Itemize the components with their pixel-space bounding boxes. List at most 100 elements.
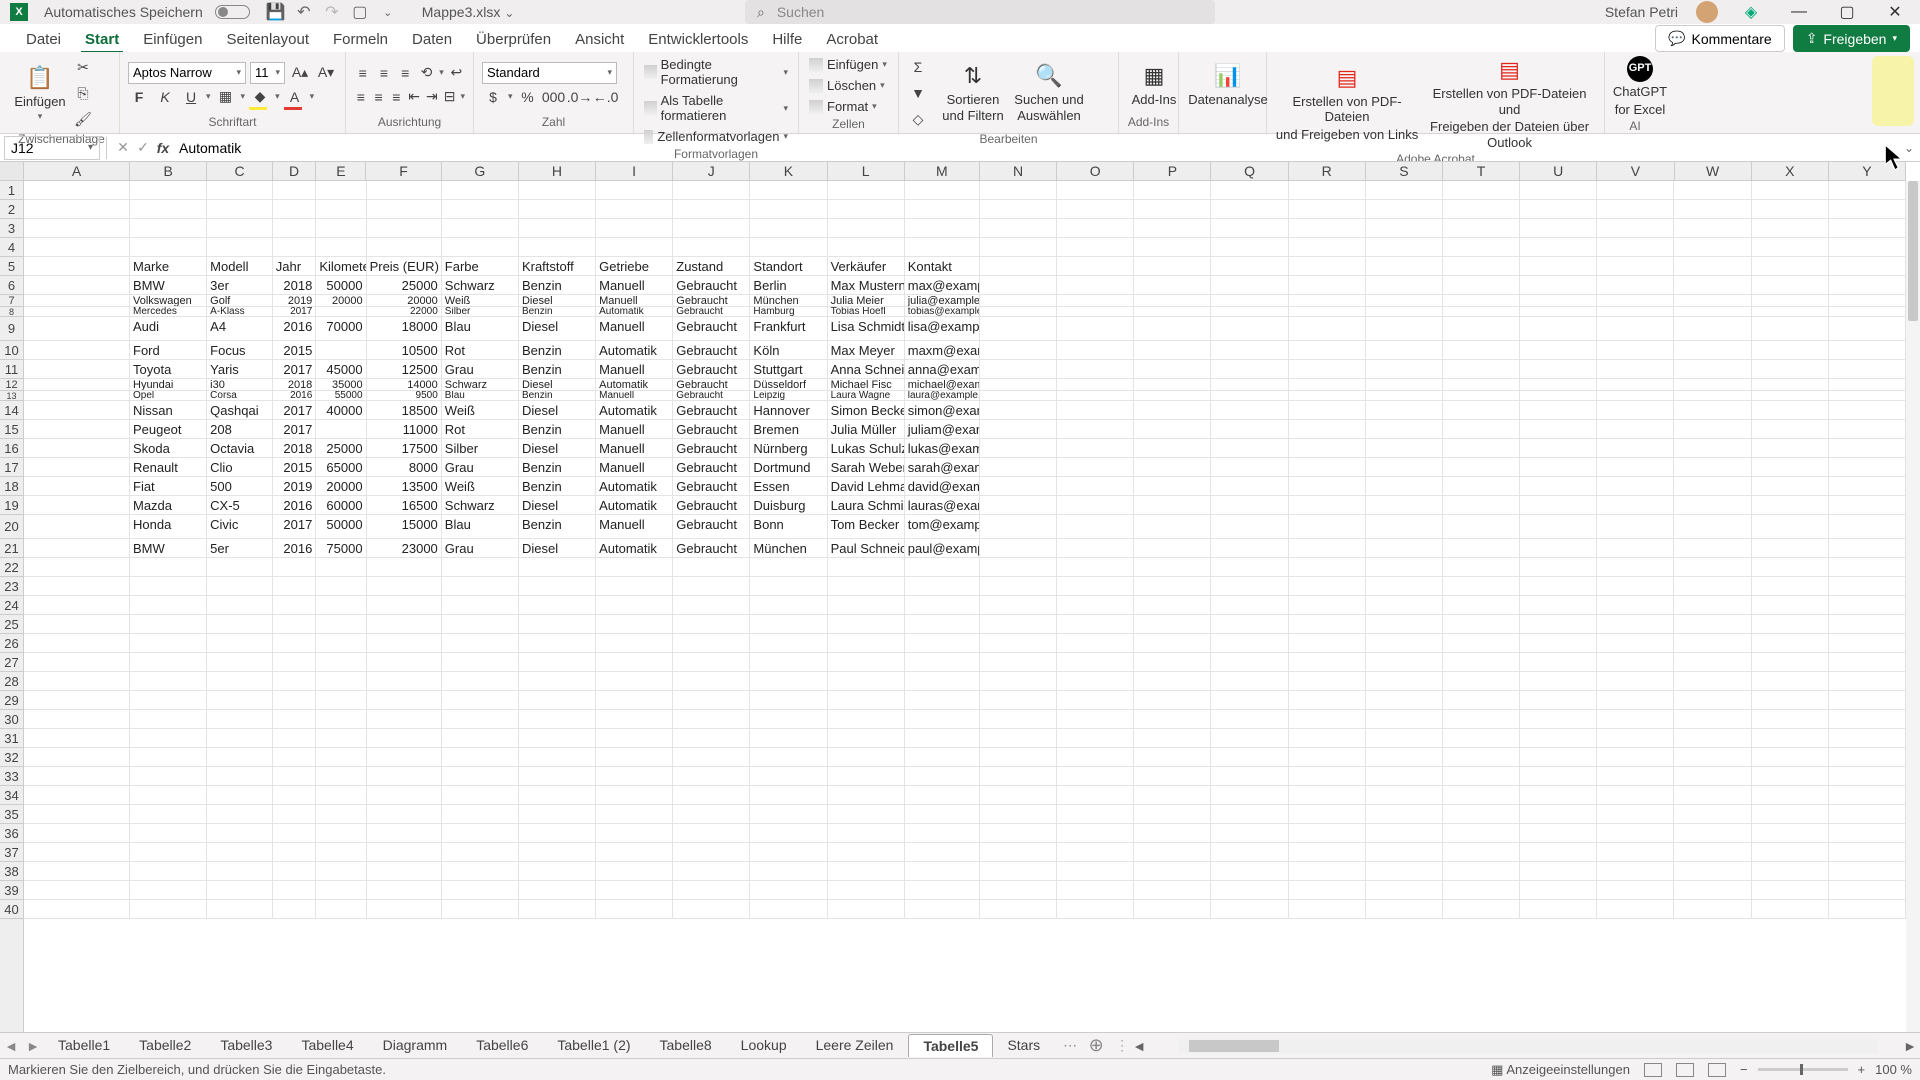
cell[interactable] bbox=[1134, 276, 1211, 295]
cell[interactable] bbox=[1597, 653, 1674, 672]
cell[interactable] bbox=[273, 881, 317, 900]
cell[interactable] bbox=[519, 748, 596, 767]
cell[interactable] bbox=[905, 710, 980, 729]
cell[interactable] bbox=[1289, 862, 1366, 881]
cell[interactable] bbox=[1366, 577, 1443, 596]
cell[interactable] bbox=[1057, 439, 1134, 458]
cell[interactable]: 2016 bbox=[273, 391, 317, 401]
cell[interactable] bbox=[596, 558, 673, 577]
cell[interactable] bbox=[1366, 596, 1443, 615]
cell[interactable] bbox=[130, 596, 207, 615]
cell[interactable] bbox=[1443, 767, 1520, 786]
cell[interactable] bbox=[828, 200, 905, 219]
ribbon-tab-einfügen[interactable]: Einfügen bbox=[131, 27, 214, 52]
row-header[interactable]: 22 bbox=[0, 558, 23, 577]
enter-icon[interactable]: ✓ bbox=[133, 139, 153, 156]
select-all-button[interactable] bbox=[0, 162, 24, 181]
cell[interactable]: Fiat bbox=[130, 477, 207, 496]
col-header[interactable]: J bbox=[673, 162, 750, 180]
cell[interactable] bbox=[1674, 219, 1751, 238]
cell[interactable] bbox=[1443, 341, 1520, 360]
cell[interactable]: München bbox=[750, 295, 827, 307]
cell[interactable]: Gebraucht bbox=[673, 515, 750, 539]
cell[interactable] bbox=[1211, 379, 1288, 391]
cell[interactable]: Gebraucht bbox=[673, 458, 750, 477]
sheet-tab[interactable]: Tabelle5 bbox=[908, 1034, 993, 1057]
cell[interactable] bbox=[1057, 307, 1134, 317]
cell[interactable] bbox=[442, 729, 519, 748]
cell[interactable] bbox=[1289, 615, 1366, 634]
sheet-tab[interactable]: Tabelle4 bbox=[287, 1034, 368, 1057]
cell[interactable] bbox=[442, 862, 519, 881]
cell[interactable]: Gebraucht bbox=[673, 496, 750, 515]
cell[interactable] bbox=[1134, 496, 1211, 515]
cell[interactable] bbox=[1289, 672, 1366, 691]
cell[interactable] bbox=[519, 634, 596, 653]
row-header[interactable]: 31 bbox=[0, 729, 23, 748]
cell[interactable]: Köln bbox=[750, 341, 827, 360]
cell[interactable]: Modell bbox=[207, 257, 273, 276]
cell[interactable] bbox=[1289, 558, 1366, 577]
cell[interactable] bbox=[905, 634, 980, 653]
cell[interactable] bbox=[519, 786, 596, 805]
cell[interactable] bbox=[1597, 238, 1674, 257]
cell[interactable] bbox=[1597, 729, 1674, 748]
col-header[interactable]: I bbox=[596, 162, 673, 180]
cell[interactable]: 5er bbox=[207, 539, 273, 558]
cell[interactable] bbox=[273, 691, 317, 710]
cell[interactable] bbox=[1289, 200, 1366, 219]
cell[interactable] bbox=[273, 596, 317, 615]
row-header[interactable]: 13 bbox=[0, 391, 23, 401]
cell[interactable]: 9500 bbox=[367, 391, 442, 401]
italic-button[interactable]: K bbox=[154, 86, 176, 108]
cell[interactable]: Bonn bbox=[750, 515, 827, 539]
cell[interactable]: Benzin bbox=[519, 391, 596, 401]
row-header[interactable]: 32 bbox=[0, 748, 23, 767]
user-avatar[interactable] bbox=[1696, 1, 1718, 23]
cell[interactable] bbox=[828, 824, 905, 843]
cell[interactable] bbox=[1674, 341, 1751, 360]
cell[interactable] bbox=[905, 200, 980, 219]
cell[interactable] bbox=[1674, 439, 1751, 458]
cell[interactable]: Grau bbox=[442, 539, 519, 558]
cell[interactable] bbox=[980, 558, 1057, 577]
cell[interactable] bbox=[596, 710, 673, 729]
cell[interactable] bbox=[1752, 748, 1829, 767]
cell[interactable] bbox=[1752, 843, 1829, 862]
cell[interactable] bbox=[750, 786, 827, 805]
cell[interactable] bbox=[1597, 596, 1674, 615]
cell[interactable] bbox=[1752, 515, 1829, 539]
cell[interactable] bbox=[1520, 341, 1597, 360]
cell[interactable] bbox=[1289, 307, 1366, 317]
view-normal-icon[interactable] bbox=[1644, 1063, 1662, 1077]
cell[interactable] bbox=[1289, 295, 1366, 307]
cell[interactable] bbox=[1289, 710, 1366, 729]
cell[interactable]: Getriebe bbox=[596, 257, 673, 276]
cell[interactable] bbox=[316, 596, 366, 615]
cell[interactable] bbox=[316, 577, 366, 596]
currency-icon[interactable]: $ bbox=[482, 86, 504, 108]
cell[interactable] bbox=[207, 824, 273, 843]
cell[interactable] bbox=[1134, 219, 1211, 238]
cell[interactable] bbox=[1520, 379, 1597, 391]
zoom-slider[interactable] bbox=[1758, 1068, 1848, 1071]
cell[interactable] bbox=[905, 181, 980, 200]
cell[interactable]: maxm@example.com bbox=[905, 341, 980, 360]
cell[interactable]: lukas@example.com bbox=[905, 439, 980, 458]
col-header[interactable]: K bbox=[750, 162, 827, 180]
cell[interactable] bbox=[316, 843, 366, 862]
cell[interactable] bbox=[1134, 238, 1211, 257]
cell[interactable] bbox=[1057, 458, 1134, 477]
cell[interactable]: 45000 bbox=[316, 360, 366, 379]
cell[interactable] bbox=[273, 238, 317, 257]
cell[interactable] bbox=[1134, 824, 1211, 843]
row-header[interactable]: 29 bbox=[0, 691, 23, 710]
cell[interactable] bbox=[1520, 458, 1597, 477]
cell[interactable]: david@example.com bbox=[905, 477, 980, 496]
cell[interactable]: Gebraucht bbox=[673, 341, 750, 360]
cell[interactable] bbox=[519, 824, 596, 843]
cell[interactable] bbox=[1057, 317, 1134, 341]
cell[interactable] bbox=[519, 181, 596, 200]
cell[interactable] bbox=[519, 710, 596, 729]
cell[interactable] bbox=[1211, 653, 1288, 672]
